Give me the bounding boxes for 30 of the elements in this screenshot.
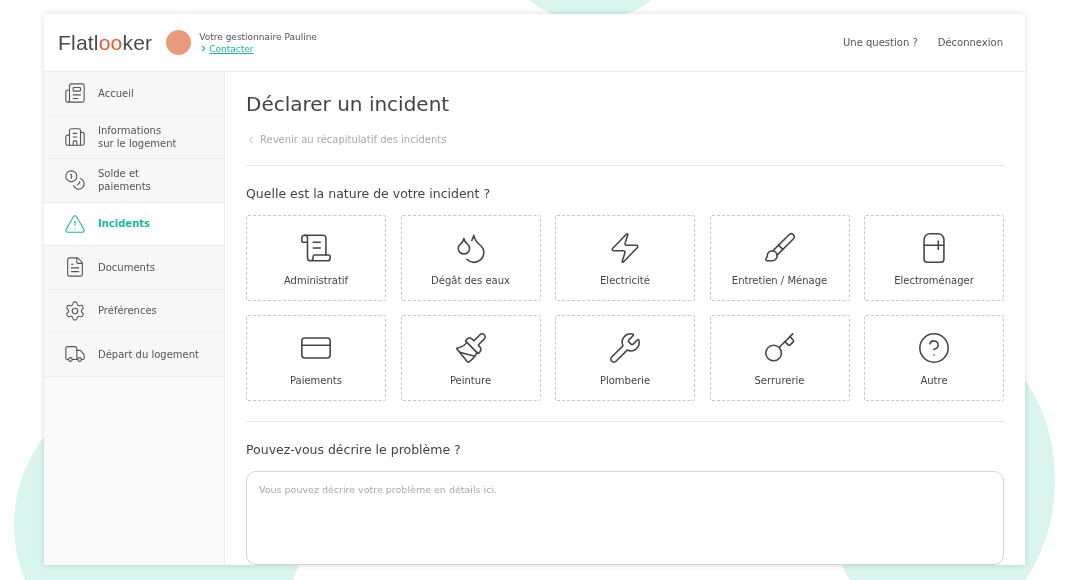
section-heading: Quelle est la nature de votre incident ? [246, 186, 492, 201]
category-tile[interactable]: Electroménager [864, 215, 1004, 301]
category-tile[interactable]: Administratif [246, 215, 386, 301]
manager-label: Votre gestionnaire Pauline [199, 31, 317, 42]
header-link[interactable]: Déconnexion [937, 37, 1003, 48]
building-icon [64, 125, 86, 148]
page-title: Déclarer un incident [246, 92, 451, 116]
lightning-icon [608, 230, 642, 265]
chevron-icon [246, 134, 256, 145]
question-mark-icon [917, 330, 951, 365]
warning-icon [64, 212, 86, 235]
category-tile[interactable]: Autre [864, 315, 1004, 401]
category-tile[interactable]: Peinture [400, 315, 541, 401]
settings-icon [64, 299, 86, 322]
category-tile[interactable]: Entretien / Ménage [709, 215, 850, 301]
category-tile[interactable]: Dégât des eaux [400, 215, 541, 301]
description-field[interactable]: Vous pouvez décrire votre problème en détails ici. [246, 471, 1004, 565]
document-icon [64, 256, 86, 279]
avatar [166, 30, 192, 55]
newspaper-icon [64, 82, 86, 105]
category-tile[interactable]: Serrurerie [709, 315, 850, 401]
coins-icon [64, 169, 86, 192]
logo: Flatlooker [58, 30, 153, 55]
paintbrush-icon [453, 330, 488, 365]
section-heading: Pouvez-vous décrire le problème ? [246, 442, 462, 457]
header-link[interactable]: Une question ? [843, 37, 918, 48]
category-tile[interactable]: Electricité [555, 215, 695, 301]
category-tile[interactable]: Paiements [246, 315, 386, 401]
category-tile[interactable]: Plomberie [555, 315, 695, 401]
wrench-icon [608, 330, 642, 365]
